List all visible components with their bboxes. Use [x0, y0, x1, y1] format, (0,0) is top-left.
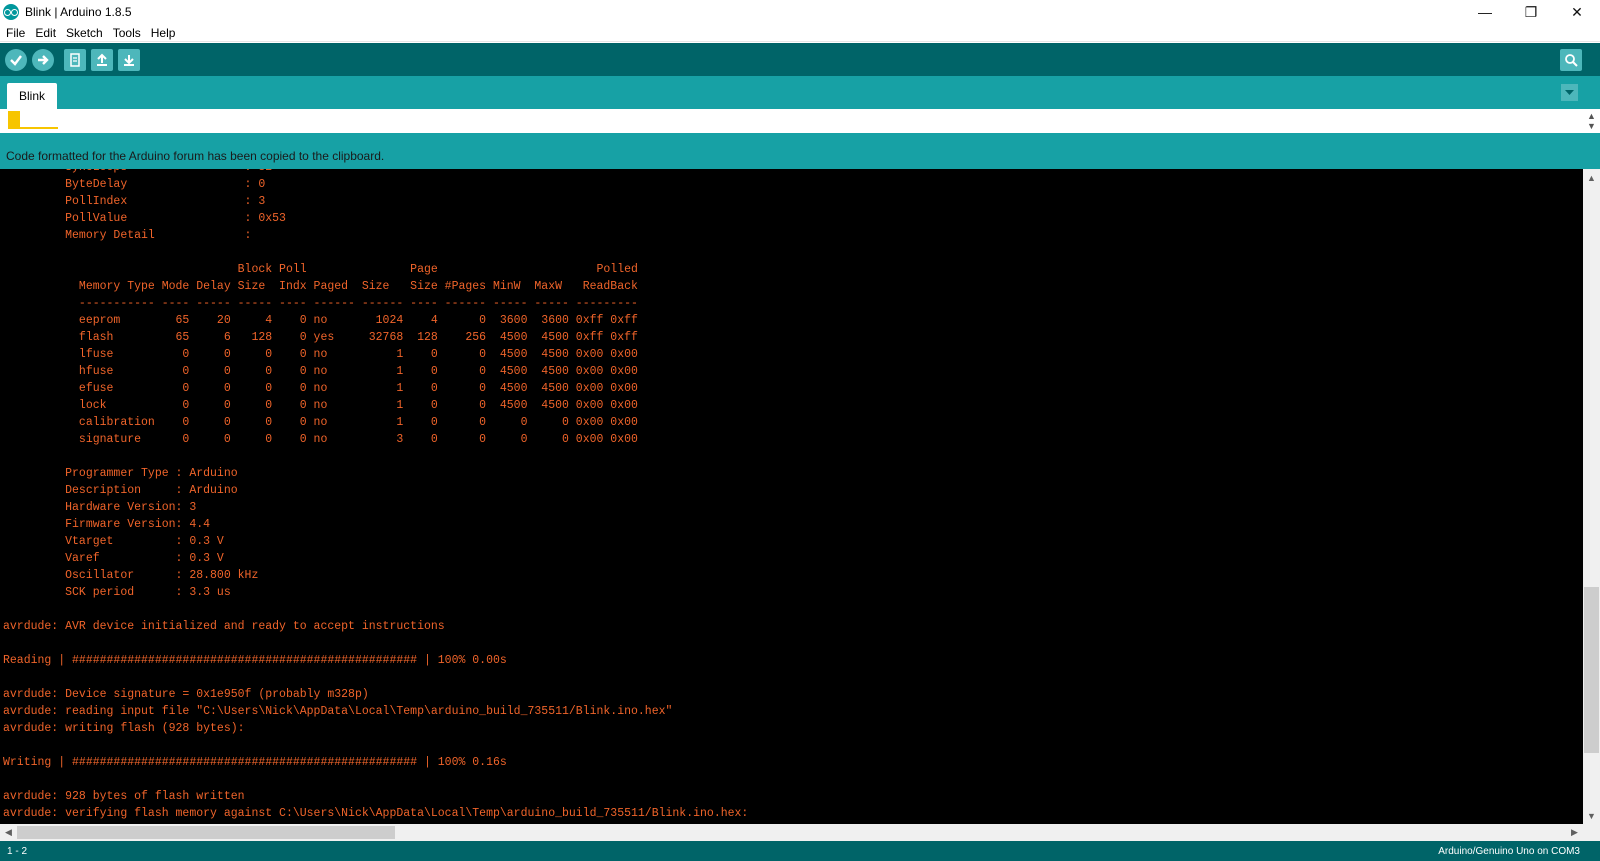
chevron-down-icon — [1565, 89, 1574, 95]
console-line: avrdude: writing flash (928 bytes): — [3, 722, 245, 735]
console-line: lock 0 0 0 0 no 1 0 0 4500 4500 0x00 0x0… — [3, 399, 638, 412]
console-line: SyncLoops : 32 — [3, 169, 748, 176]
console-horizontal-scrollbar[interactable]: ◀ ▶ — [0, 824, 1583, 841]
editor-current-line — [8, 127, 58, 129]
console-line: ByteDelay : 0 — [3, 178, 266, 191]
serial-monitor-button[interactable] — [1560, 49, 1582, 71]
console-line: Writing | ##############################… — [3, 756, 507, 769]
console-output[interactable]: SyncLoops : 32 ByteDelay : 0 PollIndex :… — [0, 169, 1583, 824]
scrollbar-corner — [1583, 824, 1600, 841]
console-vertical-scroll-thumb[interactable] — [1584, 587, 1599, 753]
board-port-indicator: Arduino/Genuino Uno on COM3 — [1438, 845, 1580, 857]
console-line: SCK period : 3.3 us — [3, 586, 231, 599]
save-button[interactable] — [118, 49, 140, 71]
maximize-button[interactable]: ❐ — [1508, 0, 1554, 24]
console-horizontal-scroll-thumb[interactable] — [17, 826, 395, 839]
scroll-down-icon[interactable]: ▼ — [1583, 807, 1600, 824]
console-line: lfuse 0 0 0 0 no 1 0 0 4500 4500 0x00 0x… — [3, 348, 638, 361]
console-line: flash 65 6 128 0 yes 32768 128 256 4500 … — [3, 331, 638, 344]
console-line: avrdude: verifying flash memory against … — [3, 807, 749, 820]
console-line: Memory Detail : — [3, 229, 252, 242]
line-indicator: 1 - 2 — [7, 845, 28, 857]
editor-selection-marker — [8, 111, 20, 127]
scroll-right-icon[interactable]: ▶ — [1566, 824, 1583, 841]
console-line: Memory Type Mode Delay Size Indx Paged S… — [3, 280, 638, 293]
arduino-logo-icon — [3, 4, 19, 20]
status-message: Code formatted for the Arduino forum has… — [6, 149, 385, 163]
console-line: signature 0 0 0 0 no 3 0 0 0 0 0x00 0x00 — [3, 433, 638, 446]
console-vertical-scrollbar[interactable]: ▲ ▼ — [1583, 169, 1600, 824]
verify-button[interactable] — [5, 49, 27, 71]
console-line: ----------- ---- ----- ----- ---- ------… — [3, 297, 638, 310]
title-bar: Blink | Arduino 1.8.5 — ❐ ✕ — [0, 0, 1600, 24]
toolbar — [0, 43, 1600, 76]
status-bar: 1 - 2 Arduino/Genuino Uno on COM3 — [0, 841, 1600, 861]
console-line: avrdude: reading input file "C:\Users\Ni… — [3, 705, 673, 718]
console-line: avrdude: AVR device initialized and read… — [3, 620, 445, 633]
console-line: Programmer Type : Arduino — [3, 467, 238, 480]
menu-file[interactable]: File — [2, 26, 29, 40]
upload-icon — [38, 55, 49, 65]
window-controls: — ❐ ✕ — [1462, 0, 1600, 24]
editor-console-divider[interactable] — [0, 133, 1600, 143]
console-line: PollValue : 0x53 — [3, 212, 286, 225]
new-icon — [70, 53, 80, 67]
scroll-left-icon[interactable]: ◀ — [0, 824, 17, 841]
window-title: Blink | Arduino 1.8.5 — [25, 5, 132, 19]
tab-menu-button[interactable] — [1561, 84, 1578, 101]
serial-monitor-icon — [1565, 54, 1578, 67]
console-line: PollIndex : 3 — [3, 195, 266, 208]
console-text: SyncLoops : 32 ByteDelay : 0 PollIndex :… — [3, 169, 748, 822]
code-editor[interactable]: ▲ ▼ — [0, 109, 1600, 133]
tab-blink[interactable]: Blink — [7, 83, 58, 109]
menu-edit[interactable]: Edit — [31, 26, 60, 40]
console-line: Oscillator : 28.800 kHz — [3, 569, 259, 582]
console-line: avrdude: 928 bytes of flash written — [3, 790, 245, 803]
scroll-up-icon[interactable]: ▲ — [1583, 169, 1600, 186]
close-button[interactable]: ✕ — [1554, 0, 1600, 24]
menu-sketch[interactable]: Sketch — [62, 26, 107, 40]
save-icon — [124, 55, 134, 66]
console-line: efuse 0 0 0 0 no 1 0 0 4500 4500 0x00 0x… — [3, 382, 638, 395]
minimize-button[interactable]: — — [1462, 0, 1508, 24]
console-line: Reading | ##############################… — [3, 654, 507, 667]
new-button[interactable] — [64, 49, 86, 71]
console-line: Vtarget : 0.3 V — [3, 535, 224, 548]
console-line: calibration 0 0 0 0 no 1 0 0 0 0 0x00 0x… — [3, 416, 638, 429]
console-line: Hardware Version: 3 — [3, 501, 197, 514]
menu-tools[interactable]: Tools — [109, 26, 145, 40]
open-icon — [97, 53, 107, 66]
verify-icon — [10, 55, 22, 66]
upload-button[interactable] — [32, 49, 54, 71]
tab-bar: Blink — [0, 76, 1600, 109]
menu-bar: File Edit Sketch Tools Help — [0, 24, 1600, 42]
editor-scrollbar[interactable]: ▲ ▼ — [1583, 109, 1600, 133]
console-line: eeprom 65 20 4 0 no 1024 4 0 3600 3600 0… — [3, 314, 638, 327]
console-line: Description : Arduino — [3, 484, 238, 497]
console-line: hfuse 0 0 0 0 no 1 0 0 4500 4500 0x00 0x… — [3, 365, 638, 378]
menu-help[interactable]: Help — [147, 26, 180, 40]
scroll-up-icon[interactable]: ▲ — [1587, 111, 1596, 121]
console-line: avrdude: Device signature = 0x1e950f (pr… — [3, 688, 369, 701]
console-line: Firmware Version: 4.4 — [3, 518, 211, 531]
status-message-bar: Code formatted for the Arduino forum has… — [0, 143, 1600, 169]
scroll-down-icon[interactable]: ▼ — [1587, 121, 1596, 131]
console-line: Block Poll Page Polled — [3, 263, 638, 276]
console-line: Varef : 0.3 V — [3, 552, 224, 565]
open-button[interactable] — [91, 49, 113, 71]
